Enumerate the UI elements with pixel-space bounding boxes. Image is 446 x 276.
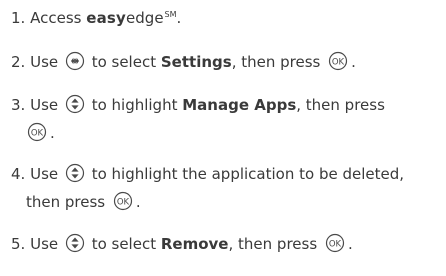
step-2-line: 2. Use to select Settings, then press OK… (11, 51, 440, 71)
step-number: 1. (11, 9, 26, 27)
svg-text:OK: OK (31, 128, 44, 138)
step-3-line-2: OK . (11, 122, 440, 142)
ok-key-icon: OK (324, 233, 346, 253)
step-text: Use (30, 235, 59, 253)
step-text: to highlight the application to be delet… (91, 165, 405, 183)
svg-text:OK: OK (329, 239, 342, 249)
step-5: 5. Use to select Remove, then press OK . (11, 233, 440, 253)
remove-menu-name: Remove (160, 235, 229, 253)
step-end: . (135, 193, 141, 211)
step-text: to select (91, 235, 157, 253)
left-right-nav-key-icon (65, 51, 85, 71)
step-text: Use (30, 96, 59, 114)
settings-menu-name: Settings (160, 53, 232, 71)
service-mark: SM (164, 10, 177, 19)
up-down-nav-key-icon (65, 233, 85, 253)
step-text: , then press (231, 53, 321, 71)
step-text: , then press (228, 235, 318, 253)
step-1-line: 1. Access easyedgeSM. (11, 8, 440, 28)
step-2: 2. Use to select Settings, then press OK… (11, 51, 440, 71)
step-3-line-1: 3. Use to highlight Manage Apps, then pr… (11, 94, 440, 114)
step-end: . (50, 124, 55, 142)
manage-apps-menu-name: Manage Apps (182, 96, 297, 114)
step-number: 4. (11, 165, 26, 183)
step-text: Access (30, 9, 82, 27)
ok-key-icon: OK (327, 51, 349, 71)
step-4-line-1: 4. Use to highlight the application to b… (11, 163, 440, 183)
step-text: then press (26, 193, 106, 211)
brand-bold: easy (86, 9, 127, 27)
step-text: Use (30, 53, 59, 71)
step-text: to highlight (91, 96, 178, 114)
step-number: 3. (11, 96, 26, 114)
brand-rest: edge (126, 9, 164, 27)
svg-text:OK: OK (117, 197, 130, 207)
step-number: 2. (11, 53, 26, 71)
step-4-line-2: then press OK . (11, 191, 440, 211)
step-text: , then press (296, 96, 385, 114)
step-1: 1. Access easyedgeSM. (11, 8, 440, 28)
ok-key-icon: OK (112, 191, 134, 211)
ok-key-icon: OK (26, 122, 48, 142)
step-text: to select (91, 53, 157, 71)
step-5-line: 5. Use to select Remove, then press OK . (11, 233, 440, 253)
up-down-nav-key-icon (65, 94, 85, 114)
step-end: . (176, 9, 182, 27)
step-3: 3. Use to highlight Manage Apps, then pr… (11, 94, 440, 142)
easyedge-brand: easyedgeSM (86, 9, 176, 27)
step-end: . (347, 235, 353, 253)
step-number: 5. (11, 235, 26, 253)
step-text: Use (30, 165, 59, 183)
step-4: 4. Use to highlight the application to b… (11, 163, 440, 211)
step-end: . (351, 53, 356, 71)
svg-text:OK: OK (332, 57, 345, 67)
up-down-nav-key-icon (65, 163, 85, 183)
